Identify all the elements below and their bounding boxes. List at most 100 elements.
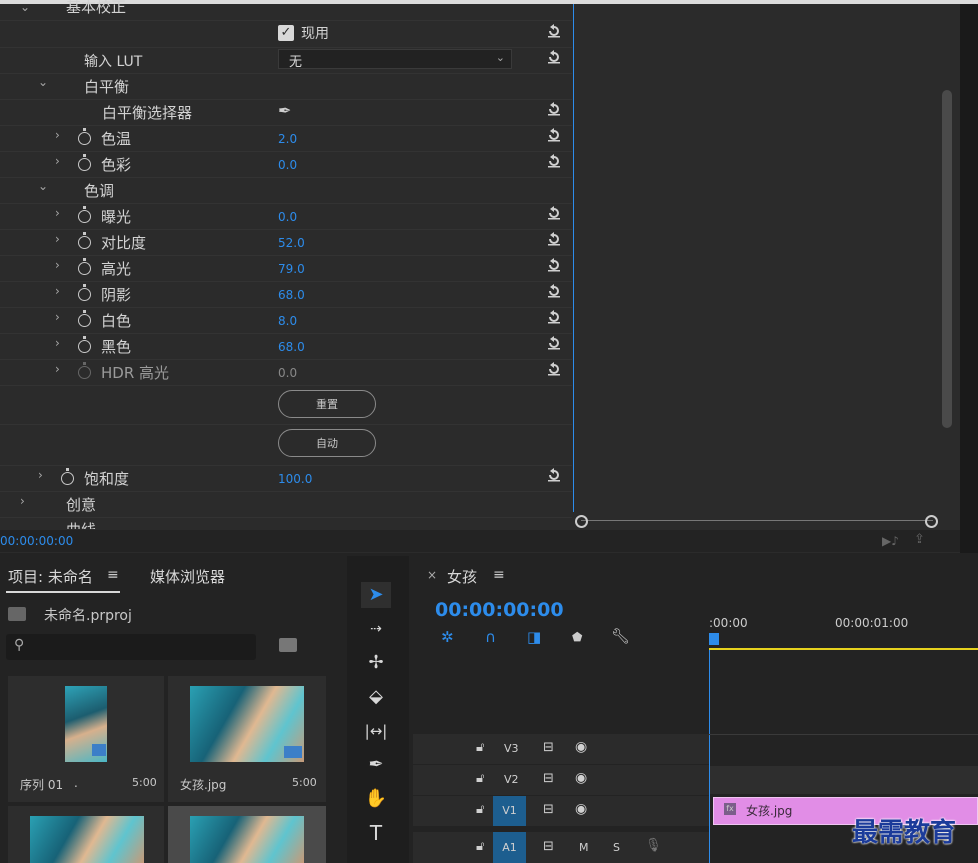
- tab-project[interactable]: 项目: 未命名: [8, 566, 93, 587]
- stopwatch-icon[interactable]: [78, 206, 91, 223]
- project-item-image[interactable]: 女孩.jpg 5:00: [168, 676, 326, 802]
- lock-icon[interactable]: 🔓︎: [476, 839, 484, 854]
- chevron-down-icon[interactable]: ⌄: [38, 75, 48, 89]
- effect-timecode[interactable]: 00:00:00:00: [0, 534, 73, 548]
- menu-icon[interactable]: ≡: [107, 567, 119, 583]
- stopwatch-icon[interactable]: [78, 258, 91, 275]
- stopwatch-icon[interactable]: [78, 284, 91, 301]
- timeline-timecode[interactable]: 00:00:00:00: [435, 599, 564, 621]
- reset-icon[interactable]: [546, 205, 562, 221]
- reset-icon[interactable]: [546, 231, 562, 247]
- sync-lock-icon[interactable]: ⊟: [543, 740, 554, 755]
- chevron-right-icon[interactable]: ›: [55, 128, 60, 142]
- playhead-handle[interactable]: [709, 633, 719, 645]
- chevron-right-icon[interactable]: ›: [55, 206, 60, 220]
- nest-icon[interactable]: ✲: [441, 628, 454, 646]
- track-label-selected[interactable]: A1: [493, 832, 526, 863]
- reset-icon[interactable]: [546, 23, 562, 39]
- chevron-right-icon[interactable]: ›: [55, 284, 60, 298]
- creative-row[interactable]: › 创意: [0, 491, 572, 518]
- project-item-sequence[interactable]: 序列 01 . 5:00: [8, 676, 164, 802]
- stopwatch-icon[interactable]: [78, 154, 91, 171]
- export-icon[interactable]: ⇪: [914, 532, 925, 547]
- eye-icon[interactable]: ◉: [575, 801, 587, 817]
- reset-icon[interactable]: [546, 361, 562, 377]
- stopwatch-icon[interactable]: [78, 128, 91, 145]
- solo-button[interactable]: S: [613, 841, 620, 854]
- basic-correction-header[interactable]: ⌄ 基本校正: [0, 0, 572, 21]
- wrench-icon[interactable]: 🔧︎: [611, 627, 630, 645]
- stopwatch-icon[interactable]: [78, 310, 91, 327]
- scroll-handle-right[interactable]: [925, 515, 938, 528]
- linked-selection-icon[interactable]: ◨: [527, 628, 541, 646]
- param-value[interactable]: 52.0: [278, 236, 305, 250]
- chevron-right-icon[interactable]: ›: [20, 494, 25, 508]
- project-item-selected[interactable]: [168, 806, 326, 863]
- close-icon[interactable]: ×: [427, 568, 437, 582]
- marker-icon[interactable]: ⬟: [572, 630, 582, 644]
- eyedropper-icon[interactable]: ✒: [278, 101, 291, 120]
- type-tool-icon[interactable]: T: [361, 820, 391, 846]
- reset-icon[interactable]: [546, 467, 562, 483]
- snap-icon[interactable]: ∩: [485, 628, 496, 646]
- play-audio-icon[interactable]: ▶♪: [882, 534, 899, 548]
- chevron-down-icon[interactable]: ⌄: [38, 179, 48, 193]
- reset-icon[interactable]: [546, 283, 562, 299]
- scroll-handle-left[interactable]: [575, 515, 588, 528]
- reset-icon[interactable]: [546, 101, 562, 117]
- chevron-right-icon[interactable]: ›: [55, 362, 60, 376]
- sync-lock-icon[interactable]: ⊟: [543, 802, 554, 817]
- chevron-right-icon[interactable]: ›: [55, 258, 60, 272]
- param-value[interactable]: 79.0: [278, 262, 305, 276]
- saturation-value[interactable]: 100.0: [278, 472, 312, 486]
- reset-icon[interactable]: [546, 257, 562, 273]
- tab-media-browser[interactable]: 媒体浏览器: [150, 566, 225, 587]
- chevron-right-icon[interactable]: ›: [38, 468, 43, 482]
- tone-row[interactable]: ⌄ 色调: [0, 177, 572, 204]
- chevron-right-icon[interactable]: ›: [55, 310, 60, 324]
- reset-icon[interactable]: [546, 309, 562, 325]
- stopwatch-icon[interactable]: [78, 336, 91, 353]
- new-bin-icon[interactable]: [279, 638, 297, 652]
- apply-checkbox[interactable]: ✓: [278, 25, 294, 41]
- reset-icon[interactable]: [546, 335, 562, 351]
- slip-tool-icon[interactable]: |↔|: [361, 718, 391, 744]
- razor-tool-icon[interactable]: ⬙: [361, 684, 391, 710]
- reset-icon[interactable]: [546, 153, 562, 169]
- param-value[interactable]: 0.0: [278, 210, 297, 224]
- hand-tool-icon[interactable]: ✋: [361, 786, 391, 812]
- param-value[interactable]: 8.0: [278, 314, 297, 328]
- chevron-right-icon[interactable]: ›: [55, 154, 60, 168]
- stopwatch-icon[interactable]: [78, 232, 91, 249]
- chevron-down-icon[interactable]: ⌄: [20, 0, 30, 14]
- param-value[interactable]: 68.0: [278, 288, 305, 302]
- keyframe-area[interactable]: [573, 4, 942, 512]
- work-area-bar[interactable]: [709, 648, 978, 650]
- white-balance-row[interactable]: ⌄ 白平衡: [0, 73, 572, 100]
- chevron-right-icon[interactable]: ›: [55, 232, 60, 246]
- microphone-icon[interactable]: 🎙︎: [645, 838, 662, 853]
- pen-tool-icon[interactable]: ✒: [361, 752, 391, 778]
- lock-icon[interactable]: 🔓︎: [476, 740, 484, 755]
- selection-tool-icon[interactable]: ➤: [361, 582, 391, 608]
- param-value[interactable]: 2.0: [278, 132, 297, 146]
- project-item[interactable]: [8, 806, 164, 863]
- lock-icon[interactable]: 🔓︎: [476, 802, 484, 817]
- sync-lock-icon[interactable]: ⊟: [543, 839, 554, 854]
- sync-lock-icon[interactable]: ⊟: [543, 771, 554, 786]
- chevron-right-icon[interactable]: ›: [55, 336, 60, 350]
- track-label-selected[interactable]: V1: [493, 796, 526, 826]
- tab-sequence[interactable]: 女孩: [447, 566, 477, 587]
- vertical-scrollbar[interactable]: [942, 90, 952, 428]
- reset-button[interactable]: 重置: [278, 390, 376, 418]
- lock-icon[interactable]: 🔓︎: [476, 771, 484, 786]
- menu-icon[interactable]: ≡: [493, 567, 505, 583]
- ripple-edit-tool-icon[interactable]: ✢: [361, 650, 391, 676]
- track-label[interactable]: V3: [504, 742, 519, 755]
- horizontal-scrollbar[interactable]: [573, 514, 939, 528]
- mute-button[interactable]: M: [579, 841, 589, 854]
- curves-row[interactable]: 曲线: [0, 517, 572, 529]
- param-value[interactable]: 0.0: [278, 158, 297, 172]
- input-lut-dropdown[interactable]: 无 ⌄: [278, 49, 512, 70]
- eye-icon[interactable]: ◉: [575, 739, 587, 755]
